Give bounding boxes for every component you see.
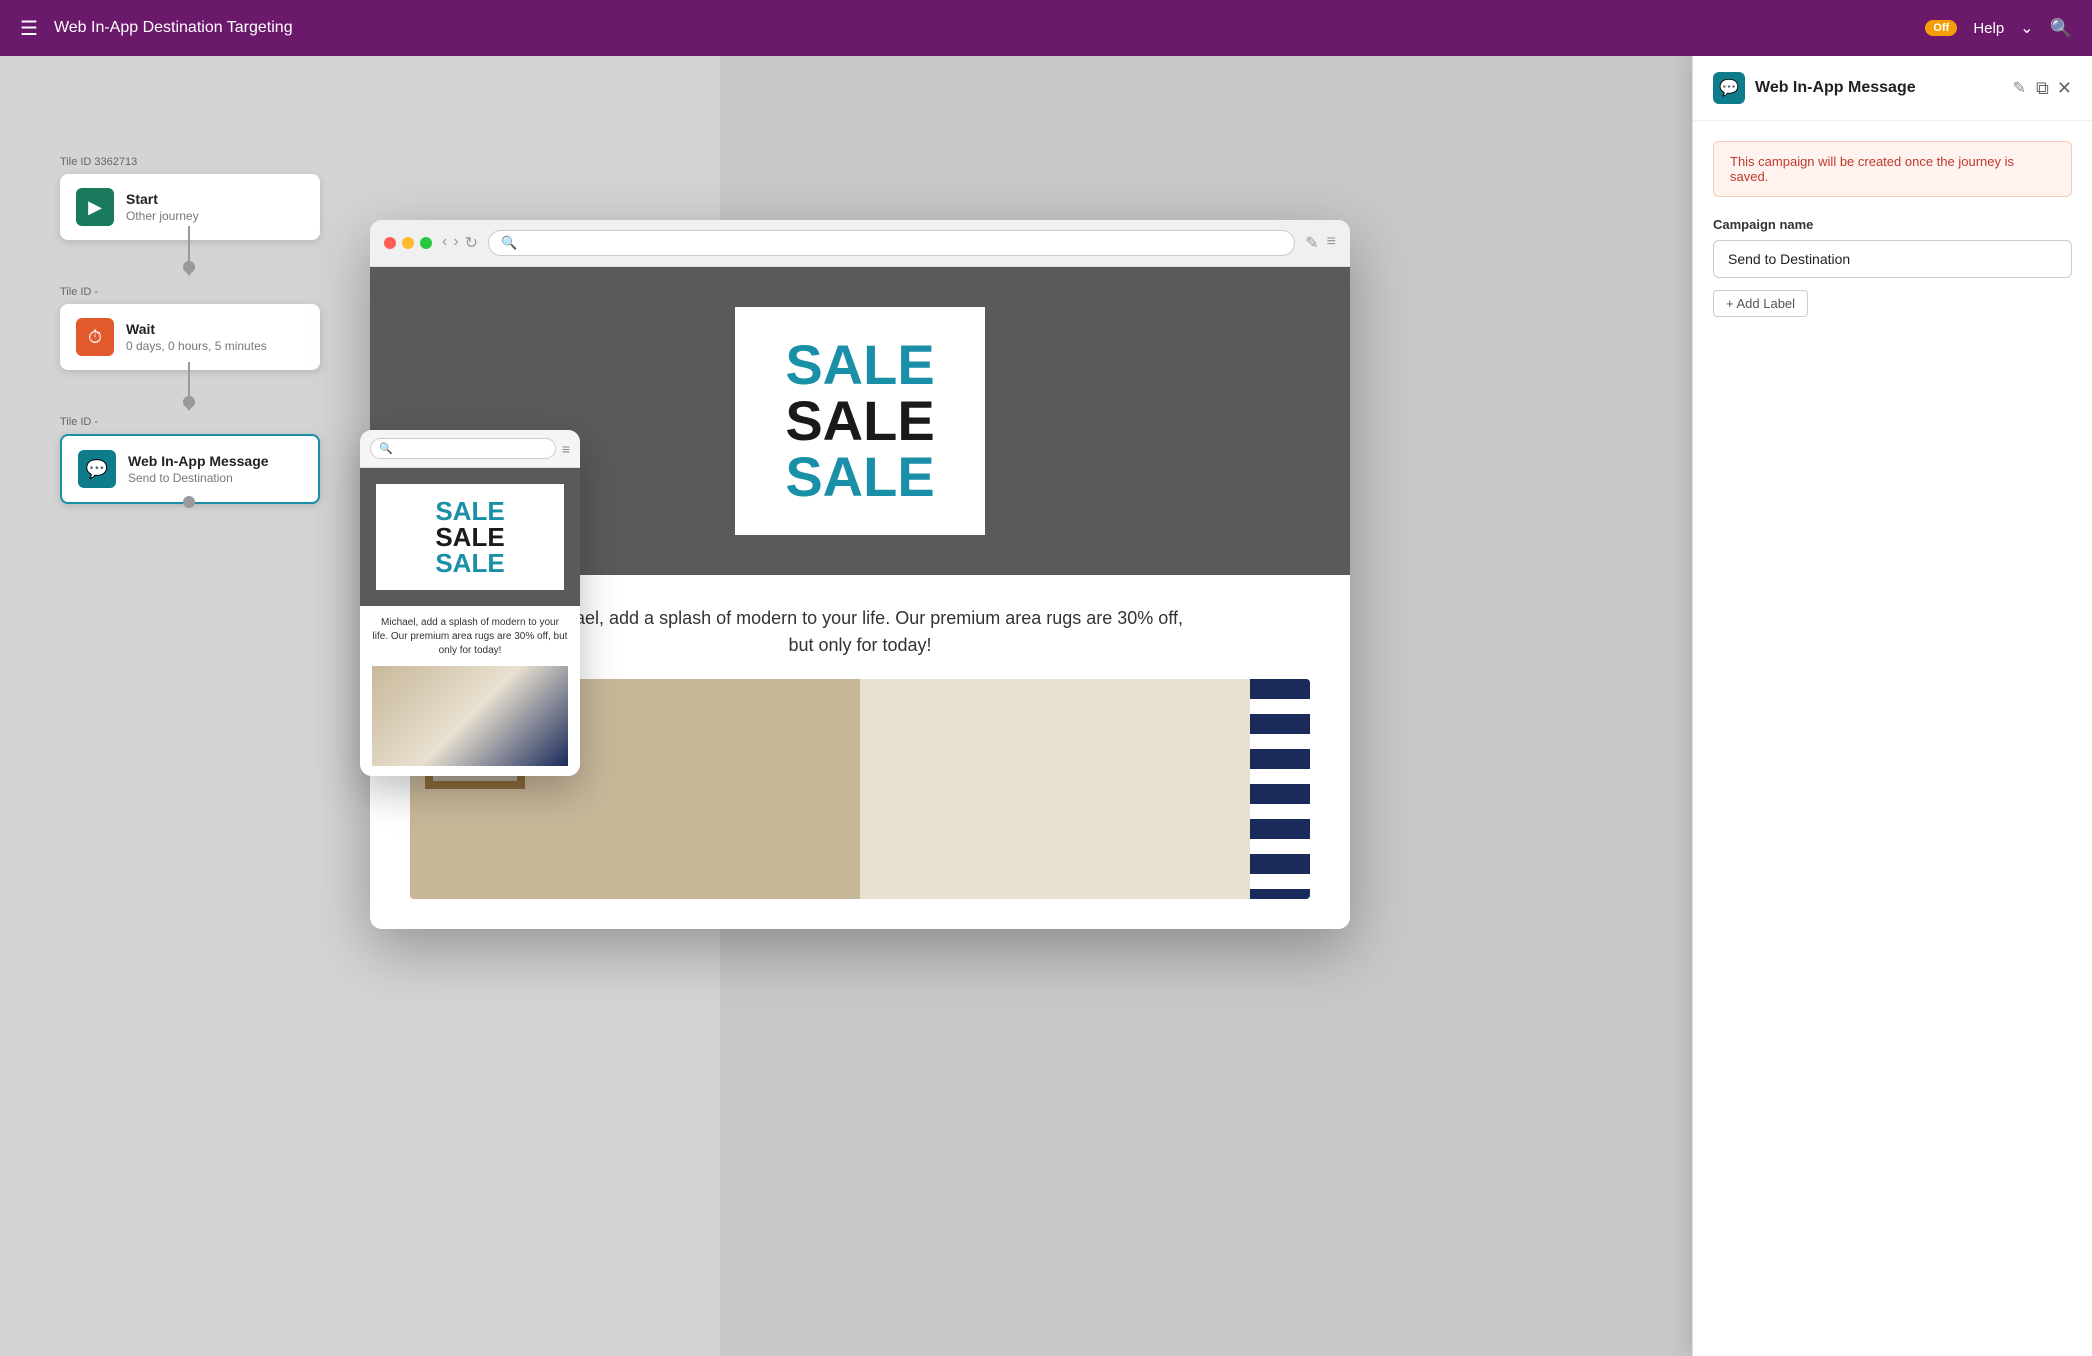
connector-arrow-2 (183, 403, 195, 411)
sale-banner: SALE SALE SALE (735, 307, 984, 535)
start-node[interactable]: ▶ Start Other journey (60, 174, 320, 240)
connector-arrow-1 (183, 268, 195, 276)
search-icon: 🔍 (501, 235, 517, 251)
tile-id-start: Tile ID 3362713 (60, 156, 320, 168)
side-panel: 💬 Web In-App Message ✎ ⧉ ✕ This campaign… (1692, 56, 2092, 1356)
add-label-button[interactable]: + Add Label (1713, 290, 1808, 317)
panel-body: This campaign will be created once the j… (1693, 121, 2092, 1356)
sale-line-1: SALE (785, 337, 934, 393)
campaign-name-input[interactable] (1713, 240, 2072, 278)
mobile-menu-icon[interactable]: ≡ (562, 441, 570, 457)
browser-chrome: ‹ › ↻ 🔍 ✎ ≡ (370, 220, 1350, 267)
help-menu[interactable]: Help (1973, 20, 2004, 37)
browser-dots (384, 237, 432, 249)
tile-id-message: Tile ID - (60, 416, 320, 428)
panel-actions: ⧉ ✕ (2036, 78, 2072, 99)
close-button[interactable]: ✕ (2057, 78, 2072, 99)
sale-line-3: SALE (785, 449, 934, 505)
mobile-sale-line-1: SALE (396, 498, 544, 524)
start-label: Start (126, 191, 199, 207)
mobile-mockup: 🔍 ≡ SALE SALE SALE Michael, add a splash… (360, 430, 580, 776)
edit-page-icon[interactable]: ✎ (1305, 233, 1318, 253)
wait-label: Wait (126, 321, 267, 337)
nav-right: Help ⌄ 🔍 (1973, 18, 2072, 39)
message-node-wrapper: Tile ID - 💬 Web In-App Message Send to D… (60, 416, 320, 504)
message-icon: 💬 (78, 450, 116, 488)
panel-title: Web In-App Message (1755, 79, 1997, 97)
nav-title: Web In-App Destination Targeting (54, 19, 1909, 37)
mobile-search-icon: 🔍 (379, 443, 393, 455)
curtain-stripes (1250, 679, 1310, 899)
message-sublabel: Send to Destination (128, 471, 269, 485)
start-node-wrapper: Tile ID 3362713 ▶ Start Other journey (60, 156, 320, 240)
wait-node-wrapper: Tile ID - ⏱ Wait 0 days, 0 hours, 5 minu… (60, 286, 320, 370)
browser-actions: ✎ ≡ (1305, 233, 1336, 253)
hamburger-icon[interactable]: ☰ (20, 16, 38, 41)
message-node[interactable]: 💬 Web In-App Message Send to Destination (60, 434, 320, 504)
connector-dot-3 (183, 496, 195, 508)
alert-message: This campaign will be created once the j… (1713, 141, 2072, 197)
panel-icon: 💬 (1713, 72, 1745, 104)
wait-sublabel: 0 days, 0 hours, 5 minutes (126, 339, 267, 353)
mobile-sale-line-2: SALE (396, 524, 544, 550)
refresh-icon[interactable]: ↻ (465, 233, 478, 253)
mobile-sale-banner: SALE SALE SALE (376, 484, 564, 590)
search-icon[interactable]: 🔍 (2050, 18, 2072, 39)
message-label: Web In-App Message (128, 453, 269, 469)
tile-id-wait: Tile ID - (60, 286, 320, 298)
wait-icon: ⏱ (76, 318, 114, 356)
connector-1 (188, 226, 190, 266)
mobile-sale-text: SALE SALE SALE (396, 498, 544, 576)
start-icon: ▶ (76, 188, 114, 226)
start-sublabel: Other journey (126, 209, 199, 223)
room-right (860, 679, 1310, 899)
copy-button[interactable]: ⧉ (2036, 78, 2049, 99)
browser-url-bar[interactable]: 🔍 (488, 230, 1295, 256)
browser-close-dot[interactable] (384, 237, 396, 249)
status-badge: Off (1925, 20, 1957, 36)
mobile-chrome: 🔍 ≡ (360, 430, 580, 468)
browser-nav: ‹ › ↻ (442, 233, 478, 253)
mobile-content: SALE SALE SALE (360, 468, 580, 606)
back-icon[interactable]: ‹ (442, 233, 447, 253)
mobile-room-image (372, 666, 568, 766)
wait-node[interactable]: ⏱ Wait 0 days, 0 hours, 5 minutes (60, 304, 320, 370)
mobile-url-bar[interactable]: 🔍 (370, 438, 556, 459)
mobile-white-section: Michael, add a splash of modern to your … (360, 606, 580, 776)
forward-icon[interactable]: › (453, 233, 458, 253)
browser-maximize-dot[interactable] (420, 237, 432, 249)
panel-header: 💬 Web In-App Message ✎ ⧉ ✕ (1693, 56, 2092, 121)
sale-line-2: SALE (785, 393, 934, 449)
chevron-down-icon: ⌄ (2020, 18, 2033, 38)
mobile-sale-line-3: SALE (396, 550, 544, 576)
browser-minimize-dot[interactable] (402, 237, 414, 249)
edit-icon[interactable]: ✎ (2013, 78, 2026, 98)
top-nav: ☰ Web In-App Destination Targeting Off H… (0, 0, 2092, 56)
campaign-name-label: Campaign name (1713, 217, 2072, 232)
mobile-promo-text: Michael, add a splash of modern to your … (372, 616, 568, 658)
menu-icon[interactable]: ≡ (1327, 233, 1336, 253)
sale-text: SALE SALE SALE (785, 337, 934, 505)
